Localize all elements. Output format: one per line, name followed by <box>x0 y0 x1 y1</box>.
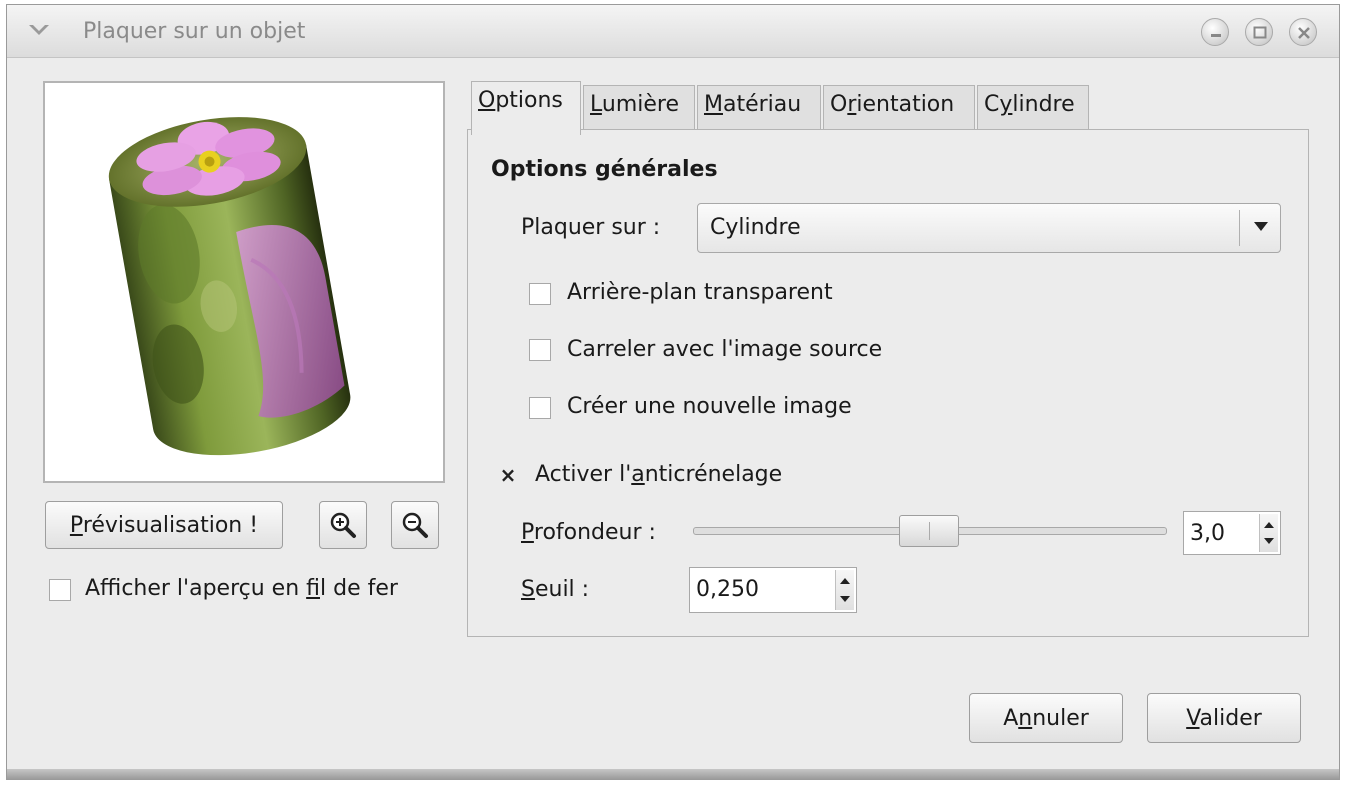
window-menu-icon[interactable] <box>27 21 51 41</box>
tab-options[interactable]: Options <box>471 81 581 135</box>
zoom-out-icon <box>402 512 428 538</box>
tab-cylindre[interactable]: Cylindre <box>977 85 1089 129</box>
new-image-checkbox[interactable] <box>529 397 551 419</box>
ok-button-label: Valider <box>1186 705 1262 731</box>
spin-down-icon[interactable] <box>840 596 850 602</box>
map-type-value: Cylindre <box>710 215 801 240</box>
new-image-label: Créer une nouvelle image <box>567 394 852 419</box>
antialiasing-label: Activer l'anticrénelage <box>535 462 783 487</box>
depth-label: Profondeur : <box>521 520 656 545</box>
wireframe-checkbox-label: Afficher l'aperçu en fil de fer <box>85 576 398 601</box>
threshold-spinbox[interactable]: 0,250 <box>689 567 857 613</box>
map-type-select[interactable]: Cylindre <box>697 203 1281 253</box>
window-title: Plaquer sur un objet <box>83 19 306 44</box>
section-title: Options générales <box>491 157 718 182</box>
zoom-in-icon <box>330 512 356 538</box>
minimize-icon[interactable] <box>1201 18 1229 46</box>
antialiasing-checkbox[interactable]: × <box>497 465 519 487</box>
tab-materiau[interactable]: Matériau <box>697 85 821 129</box>
map-label: Plaquer sur : <box>521 215 661 240</box>
maximize-icon[interactable] <box>1245 18 1273 46</box>
checkmark-icon: × <box>499 463 517 487</box>
spin-up-icon[interactable] <box>840 578 850 584</box>
preview-button[interactable]: Prévisualisation ! <box>45 501 283 549</box>
zoom-in-button[interactable] <box>319 501 367 549</box>
title-bar[interactable]: Plaquer sur un objet <box>7 5 1339 58</box>
zoom-out-button[interactable] <box>391 501 439 549</box>
ok-button[interactable]: Valider <box>1147 693 1301 743</box>
transparent-background-label: Arrière-plan transparent <box>567 280 833 305</box>
cancel-button-label: Annuler <box>1003 705 1089 731</box>
preview-button-label: Prévisualisation ! <box>69 512 259 538</box>
tab-orientation[interactable]: Orientation <box>823 85 975 129</box>
wireframe-checkbox[interactable] <box>49 579 71 601</box>
tile-source-label: Carreler avec l'image source <box>567 337 883 362</box>
window-bottom-border <box>7 769 1339 779</box>
spin-up-icon[interactable] <box>1264 522 1274 528</box>
tab-lumiere[interactable]: Lumière <box>583 85 695 129</box>
tile-source-checkbox[interactable] <box>529 339 551 361</box>
depth-slider-handle[interactable] <box>899 515 959 547</box>
depth-spin-buttons[interactable] <box>1259 514 1278 552</box>
dialog-window: Plaquer sur un objet Prévisualisation ! … <box>6 4 1340 780</box>
preview-area <box>43 81 445 483</box>
combo-separator <box>1239 210 1240 246</box>
transparent-background-checkbox[interactable] <box>529 283 551 305</box>
close-icon[interactable] <box>1289 18 1317 46</box>
cancel-button[interactable]: Annuler <box>969 693 1123 743</box>
chevron-down-icon <box>1254 222 1268 231</box>
threshold-label: Seuil : <box>521 577 590 602</box>
cylinder-preview-image <box>108 117 351 456</box>
threshold-value: 0,250 <box>696 577 759 602</box>
spin-down-icon[interactable] <box>1264 538 1274 544</box>
depth-value: 3,0 <box>1190 521 1225 546</box>
depth-spinbox[interactable]: 3,0 <box>1183 511 1281 555</box>
threshold-spin-buttons[interactable] <box>835 570 854 610</box>
